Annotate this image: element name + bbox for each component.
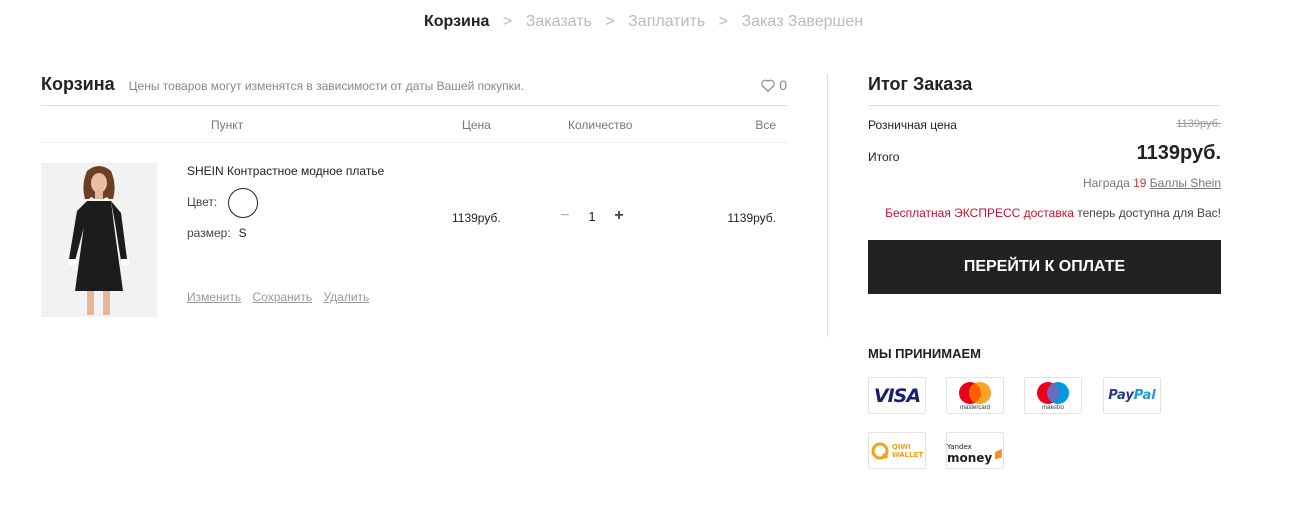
delete-link[interactable]: Удалить xyxy=(323,290,369,304)
quantity-value[interactable]: 1 xyxy=(573,209,611,224)
cart-title: Корзина xyxy=(41,74,115,94)
quantity-stepper: − 1 + xyxy=(557,207,627,225)
payments-title: МЫ ПРИНИМАЕМ xyxy=(868,346,981,361)
step-pay: Заплатить xyxy=(628,13,706,30)
retail-price-value: 1139руб. xyxy=(1176,118,1221,130)
step-separator: > xyxy=(605,13,615,30)
column-quantity: Количество xyxy=(568,118,633,132)
size-label: размер: xyxy=(187,226,231,240)
price-note: Цены товаров могут изменятся в зависимос… xyxy=(128,79,524,93)
color-label: Цвет: xyxy=(187,195,218,209)
size-attribute: размер: S xyxy=(187,226,247,240)
shein-points-link[interactable]: Баллы Shein xyxy=(1150,176,1221,190)
decrease-quantity-button[interactable]: − xyxy=(557,207,573,225)
vertical-divider xyxy=(827,74,828,337)
step-order: Заказать xyxy=(525,13,592,30)
cart-header: Корзина Цены товаров могут изменятся в з… xyxy=(41,74,787,106)
step-separator: > xyxy=(502,13,513,30)
total-label: Итого xyxy=(868,150,900,164)
size-value: S xyxy=(238,226,247,240)
increase-quantity-button[interactable]: + xyxy=(611,207,627,225)
heart-icon xyxy=(761,79,775,92)
qiwi-wallet-icon: QIWI WALLET xyxy=(868,432,926,469)
column-price: Цена xyxy=(462,118,491,132)
yandex-money-icon: Yandex money xyxy=(946,432,1004,469)
express-rest: теперь доступна для Вас! xyxy=(1077,206,1221,220)
maestro-icon: maestro xyxy=(1024,377,1082,414)
retail-price-row: Розничная цена 1139руб. xyxy=(868,106,1221,140)
reward-points: 19 xyxy=(1133,176,1147,190)
product-name[interactable]: SHEIN Контрастное модное платье xyxy=(187,164,384,178)
total-row: Итого 1139руб. xyxy=(868,140,1221,174)
total-value: 1139руб. xyxy=(1136,142,1221,164)
color-swatch xyxy=(228,188,258,218)
item-price: 1139руб. xyxy=(452,211,501,225)
step-complete: Заказ Завершен xyxy=(741,13,864,30)
checkout-steps: Корзина > Заказать > Заплатить > Заказ З… xyxy=(424,13,863,31)
step-separator: > xyxy=(718,13,728,30)
retail-price-label: Розничная цена xyxy=(868,118,957,132)
step-cart[interactable]: Корзина xyxy=(424,13,489,30)
item-actions: Изменить Сохранить Удалить xyxy=(187,290,377,304)
reward-line: Награда 19 Баллы Shein xyxy=(868,176,1221,190)
product-image[interactable] xyxy=(41,163,157,317)
save-link[interactable]: Сохранить xyxy=(252,290,312,304)
wishlist-button[interactable]: 0 xyxy=(761,77,787,93)
column-item: Пункт xyxy=(211,118,244,132)
order-summary: Итог Заказа Розничная цена 1139руб. Итог… xyxy=(868,74,1221,294)
cart-item: SHEIN Контрастное модное платье Цвет: ра… xyxy=(41,143,787,343)
mastercard-icon: mastercard xyxy=(946,377,1004,414)
cart-panel: Корзина Цены товаров могут изменятся в з… xyxy=(41,74,787,343)
cart-column-headers: Пункт Цена Количество Все xyxy=(41,106,787,143)
express-delivery-note: Бесплатная ЭКСПРЕСС доставка теперь дост… xyxy=(868,206,1221,220)
summary-title: Итог Заказа xyxy=(868,74,1221,106)
edit-link[interactable]: Изменить xyxy=(187,290,241,304)
visa-icon: VISA xyxy=(868,377,926,414)
checkout-button[interactable]: ПЕРЕЙТИ К ОПЛАТЕ xyxy=(868,240,1221,294)
paypal-icon: PayPal xyxy=(1103,377,1161,414)
column-total: Все xyxy=(755,118,776,132)
wishlist-count: 0 xyxy=(779,77,787,93)
item-total: 1139руб. xyxy=(727,211,776,225)
express-highlight: Бесплатная ЭКСПРЕСС доставка xyxy=(885,206,1074,220)
reward-label: Награда xyxy=(1083,176,1130,190)
